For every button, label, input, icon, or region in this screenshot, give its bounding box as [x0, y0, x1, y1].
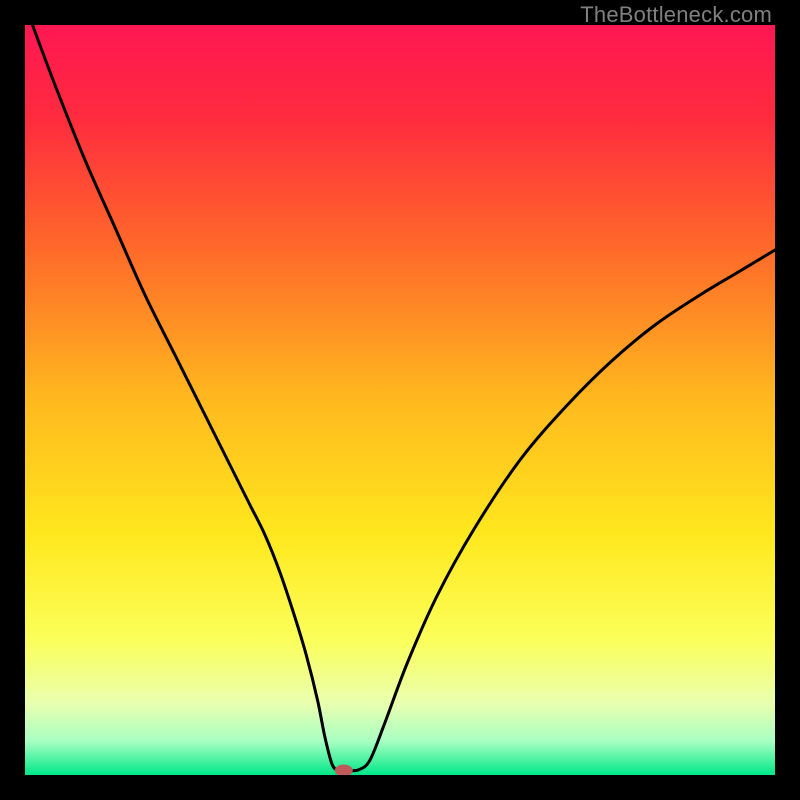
watermark-text: TheBottleneck.com	[580, 2, 772, 28]
bottleneck-plot	[25, 25, 775, 775]
gradient-background	[25, 25, 775, 775]
chart-frame	[25, 25, 775, 775]
